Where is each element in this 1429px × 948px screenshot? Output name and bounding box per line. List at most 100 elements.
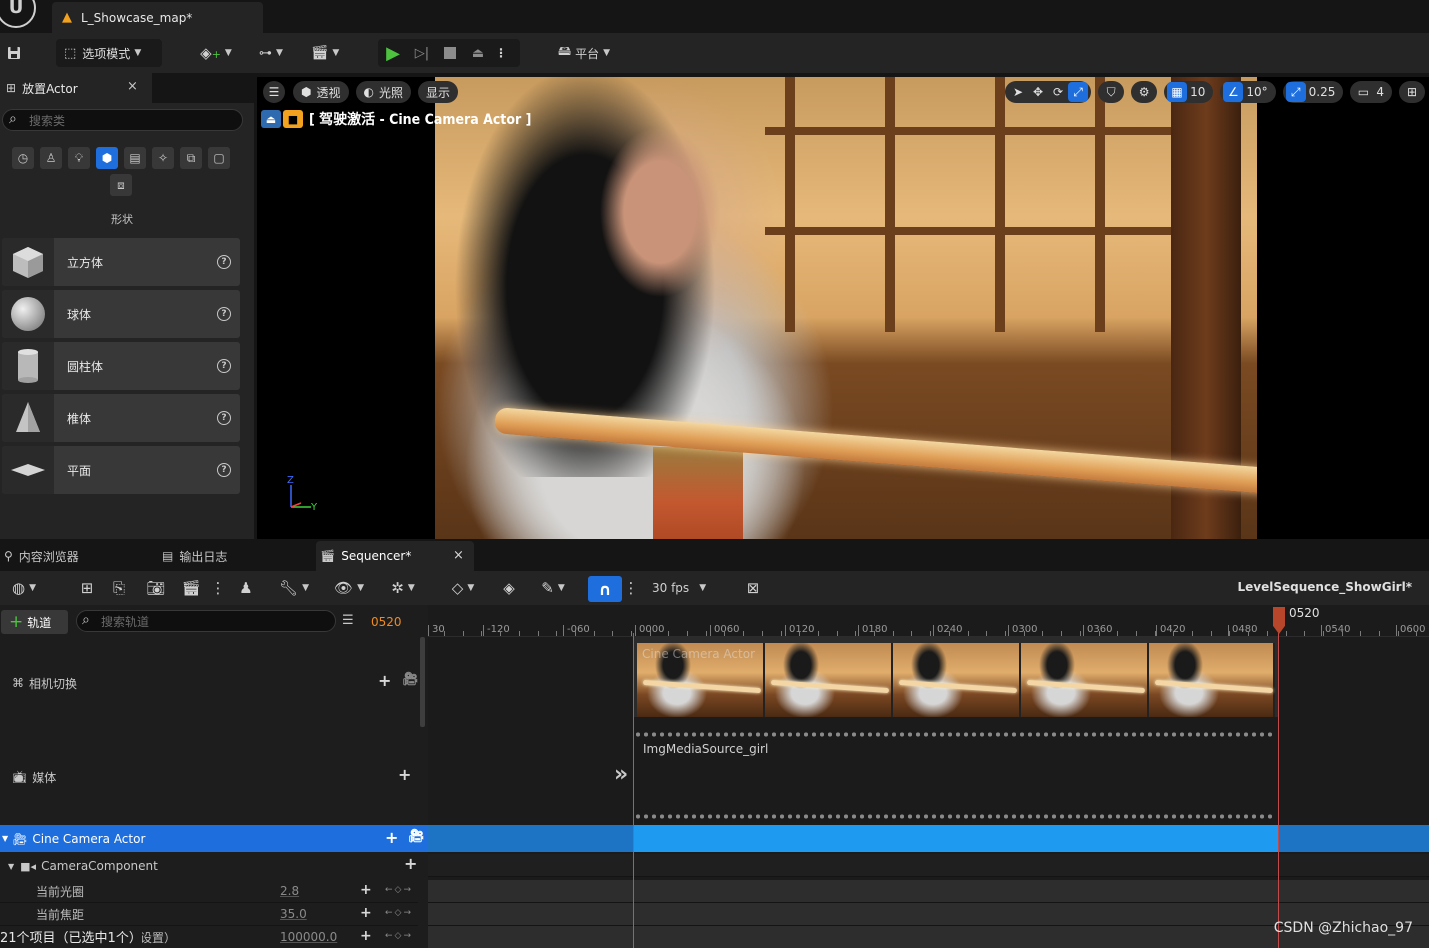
- blueprint-button[interactable]: ⊶ ▼: [251, 39, 291, 67]
- shape-item-cone[interactable]: 椎体 ?: [2, 394, 240, 442]
- track-camera-cut[interactable]: ⌘ 相机切换 + 🎥︎: [0, 671, 419, 695]
- save-sequence-button[interactable]: ⊞: [76, 574, 98, 602]
- property-value[interactable]: 100000.0: [280, 930, 360, 944]
- level-viewport[interactable]: ☰ ⬢ 透视 ◐ 光照 显示 ⏏ ■ [ 驾驶激活 - Cine Camera …: [257, 77, 1429, 539]
- close-icon[interactable]: ×: [127, 79, 138, 94]
- search-input[interactable]: ⌕ 搜索类: [2, 109, 243, 131]
- find-asset-button[interactable]: ⎘: [108, 574, 130, 602]
- platform-button[interactable]: 🖴︎ 平台 ▼: [548, 39, 620, 67]
- surface-snap-icon[interactable]: ⚙: [1134, 82, 1154, 102]
- rotation-snap-value[interactable]: 10°: [1246, 85, 1267, 99]
- rotate-icon[interactable]: ⟳: [1048, 82, 1068, 102]
- add-track-button[interactable]: + 轨道: [1, 610, 68, 634]
- double-chevron-icon[interactable]: »: [614, 762, 628, 787]
- cinematics-button[interactable]: 🎬︎ ▼: [305, 39, 345, 67]
- current-frame-value[interactable]: 0520: [371, 615, 402, 629]
- shape-item-plane[interactable]: 平面 ?: [2, 446, 240, 494]
- grid-snap-value[interactable]: 10: [1190, 85, 1205, 99]
- curve-editor-button[interactable]: ⊠: [742, 574, 764, 602]
- add-icon[interactable]: +: [404, 854, 417, 873]
- eject-button[interactable]: ⏏: [464, 39, 492, 67]
- shape-item-cylinder[interactable]: 圆柱体 ?: [2, 342, 240, 390]
- filter-icon[interactable]: ☰: [342, 613, 354, 628]
- tab-output-log[interactable]: ▤ 输出日志: [158, 541, 308, 571]
- edit-mode-button[interactable]: ✎ ▼: [534, 574, 572, 602]
- scale-snap-value[interactable]: 0.25: [1309, 85, 1336, 99]
- camera-speed-icon[interactable]: ▭: [1353, 82, 1373, 102]
- light-icon[interactable]: 💡︎: [68, 147, 90, 169]
- add-icon[interactable]: +: [378, 671, 391, 690]
- help-icon[interactable]: ?: [217, 411, 231, 425]
- help-icon[interactable]: ?: [217, 255, 231, 269]
- shapes-icon[interactable]: ⬢: [96, 147, 118, 169]
- timeline-area[interactable]: 30 -120 -060 0000 0060 0120 0180 0240 0300 0360 04…: [428, 605, 1429, 948]
- snap-toggle[interactable]: ∩: [588, 575, 622, 603]
- help-icon[interactable]: ?: [217, 307, 231, 321]
- unreal-logo-icon[interactable]: U: [0, 0, 36, 28]
- close-icon[interactable]: ×: [453, 548, 464, 563]
- camera-lock-icon[interactable]: 🎥︎: [408, 829, 425, 844]
- visual-effects-icon[interactable]: ✧: [152, 147, 174, 169]
- rotation-snap-icon[interactable]: ∠: [1223, 82, 1244, 102]
- view-options-button[interactable]: 👁︎ ▼: [330, 574, 368, 602]
- recent-icon[interactable]: ◷: [12, 147, 34, 169]
- grid-snap-icon[interactable]: ▦: [1167, 82, 1188, 102]
- stop-button[interactable]: [436, 39, 464, 67]
- tab-sequencer[interactable]: 🎬︎ Sequencer* ×: [316, 541, 474, 571]
- help-icon[interactable]: ?: [217, 463, 231, 477]
- camera-lock-icon[interactable]: 🎥︎: [402, 672, 419, 687]
- select-arrow-icon[interactable]: ➤: [1008, 82, 1028, 102]
- key-navigation-icon[interactable]: ←◇→: [385, 908, 413, 918]
- scale-icon[interactable]: ⤢: [1068, 82, 1089, 102]
- track-media[interactable]: 📺︎ 媒体 +: [0, 765, 418, 789]
- more-options-button[interactable]: ⋮: [210, 574, 226, 602]
- show-button[interactable]: 显示: [418, 81, 459, 103]
- cinematic-icon[interactable]: ▤: [124, 147, 146, 169]
- volumes-icon[interactable]: ▢: [208, 147, 230, 169]
- move-icon[interactable]: ✥: [1028, 82, 1048, 102]
- perspective-button[interactable]: ⬢ 透视: [293, 81, 349, 103]
- advance-frame-button[interactable]: ▷|: [408, 39, 436, 67]
- track-search-input[interactable]: ⌕ 搜索轨道: [76, 610, 336, 632]
- play-options-button[interactable]: ⋮: [492, 39, 510, 67]
- outliner-scrollbar[interactable]: [420, 637, 425, 727]
- camera-button[interactable]: 📷︎: [145, 574, 167, 602]
- play-button[interactable]: ▶: [378, 39, 408, 67]
- geometry-icon[interactable]: ⧉: [180, 147, 202, 169]
- world-space-icon[interactable]: ⛉: [1101, 82, 1121, 102]
- key-interpolation-button[interactable]: ◇ ▼: [444, 574, 482, 602]
- save-icon[interactable]: [4, 39, 24, 67]
- lighting-button[interactable]: ◐ 光照: [355, 81, 411, 103]
- property-row-aperture[interactable]: 当前光圈 2.8 + ←◇→: [0, 880, 418, 903]
- track-cine-camera-actor[interactable]: ▼ 🎥︎ Cine Camera Actor + 🎥︎: [0, 825, 428, 852]
- snap-options-button[interactable]: ⋮: [624, 574, 639, 602]
- shape-item-cube[interactable]: 立方体 ?: [2, 238, 240, 286]
- auto-key-button[interactable]: ◈: [498, 574, 520, 602]
- add-key-icon[interactable]: +: [360, 882, 372, 898]
- settings-button[interactable]: 🔧︎ ▼: [275, 574, 313, 602]
- add-key-icon[interactable]: +: [360, 905, 372, 921]
- viewport-layout-icon[interactable]: ⊞: [1402, 82, 1422, 102]
- camera-speed-value[interactable]: 4: [1376, 85, 1384, 99]
- viewport-menu-icon[interactable]: ☰: [263, 81, 285, 103]
- key-navigation-icon[interactable]: ←◇→: [385, 931, 413, 941]
- track-camera-component[interactable]: ▼ ■◂ CameraComponent +: [0, 854, 418, 878]
- world-button[interactable]: ◍ ▼: [4, 574, 44, 602]
- all-classes-icon[interactable]: ⧈: [110, 174, 132, 196]
- add-icon[interactable]: +: [385, 828, 398, 847]
- fps-dropdown[interactable]: 30 fps ▼: [646, 574, 720, 602]
- property-value[interactable]: 35.0: [280, 907, 360, 921]
- basic-icon[interactable]: ♙: [40, 147, 62, 169]
- shape-item-sphere[interactable]: 球体 ?: [2, 290, 240, 338]
- add-content-button[interactable]: ◈+ ▼: [196, 39, 236, 67]
- add-key-icon[interactable]: +: [360, 928, 372, 944]
- property-row-focal-length[interactable]: 当前焦距 35.0 + ←◇→: [0, 903, 418, 926]
- key-navigation-icon[interactable]: ←◇→: [385, 885, 413, 895]
- eject-pilot-icon[interactable]: ⏏: [261, 110, 281, 128]
- map-tab[interactable]: ▲ L_Showcase_map*: [52, 2, 263, 33]
- scale-snap-icon[interactable]: ⤢: [1285, 82, 1306, 102]
- cine-actor-section[interactable]: [633, 825, 1278, 852]
- actor-to-sequencer-button[interactable]: ♟: [234, 574, 258, 602]
- help-icon[interactable]: ?: [217, 359, 231, 373]
- render-movie-button[interactable]: 🎬︎: [180, 574, 202, 602]
